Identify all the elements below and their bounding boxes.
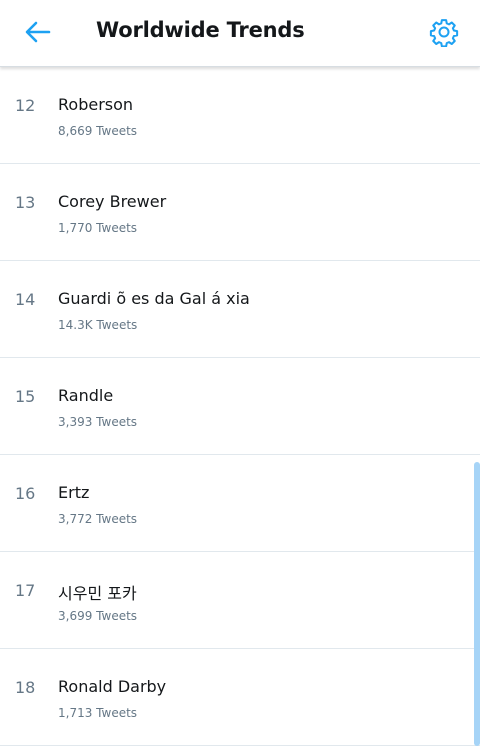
trend-tweet-count: 14.3K Tweets: [58, 318, 138, 332]
trend-tweet-count: 1,713 Tweets: [58, 706, 138, 720]
trend-name: Ertz: [58, 483, 90, 502]
scrollbar[interactable]: [474, 462, 480, 746]
trend-item[interactable]: 15 Randle 3,393 Tweets: [0, 358, 480, 455]
trend-name: Roberson: [58, 95, 134, 114]
trend-rank: 13: [15, 193, 36, 212]
trend-rank: 15: [15, 387, 36, 406]
trends-list: 12 Roberson 8,669 Tweets 13 Corey Brewer…: [0, 67, 480, 746]
settings-button[interactable]: [424, 12, 464, 52]
arrow-left-icon: [25, 21, 51, 43]
trend-rank: 17: [15, 581, 36, 600]
trend-tweet-count: 3,772 Tweets: [58, 512, 138, 526]
trend-tweet-count: 8,669 Tweets: [58, 124, 138, 138]
back-button[interactable]: [18, 14, 58, 50]
trend-tweet-count: 3,699 Tweets: [58, 609, 138, 623]
trend-tweet-count: 1,770 Tweets: [58, 221, 138, 235]
trend-name: Ronald Darby: [58, 677, 167, 696]
trend-rank: 12: [15, 96, 36, 115]
trend-name: Randle: [58, 386, 114, 405]
trend-name: Guardi õ es da Gal á xia: [58, 289, 250, 308]
page-title: Worldwide Trends: [96, 18, 305, 42]
trend-item[interactable]: 13 Corey Brewer 1,770 Tweets: [0, 164, 480, 261]
trend-item[interactable]: 17 시우민 포카 3,699 Tweets: [0, 552, 480, 649]
gear-icon: [429, 19, 459, 47]
trend-name: Corey Brewer: [58, 192, 167, 211]
trend-rank: 14: [15, 290, 36, 309]
trend-rank: 18: [15, 678, 36, 697]
trend-rank: 16: [15, 484, 36, 503]
app-header: Worldwide Trends: [0, 0, 480, 67]
trend-name: 시우민 포카: [58, 584, 137, 603]
trend-item[interactable]: 12 Roberson 8,669 Tweets: [0, 67, 480, 164]
trend-item[interactable]: 18 Ronald Darby 1,713 Tweets: [0, 649, 480, 746]
trend-item[interactable]: 16 Ertz 3,772 Tweets: [0, 455, 480, 552]
trend-item[interactable]: 14 Guardi õ es da Gal á xia 14.3K Tweets: [0, 261, 480, 358]
trend-tweet-count: 3,393 Tweets: [58, 415, 138, 429]
